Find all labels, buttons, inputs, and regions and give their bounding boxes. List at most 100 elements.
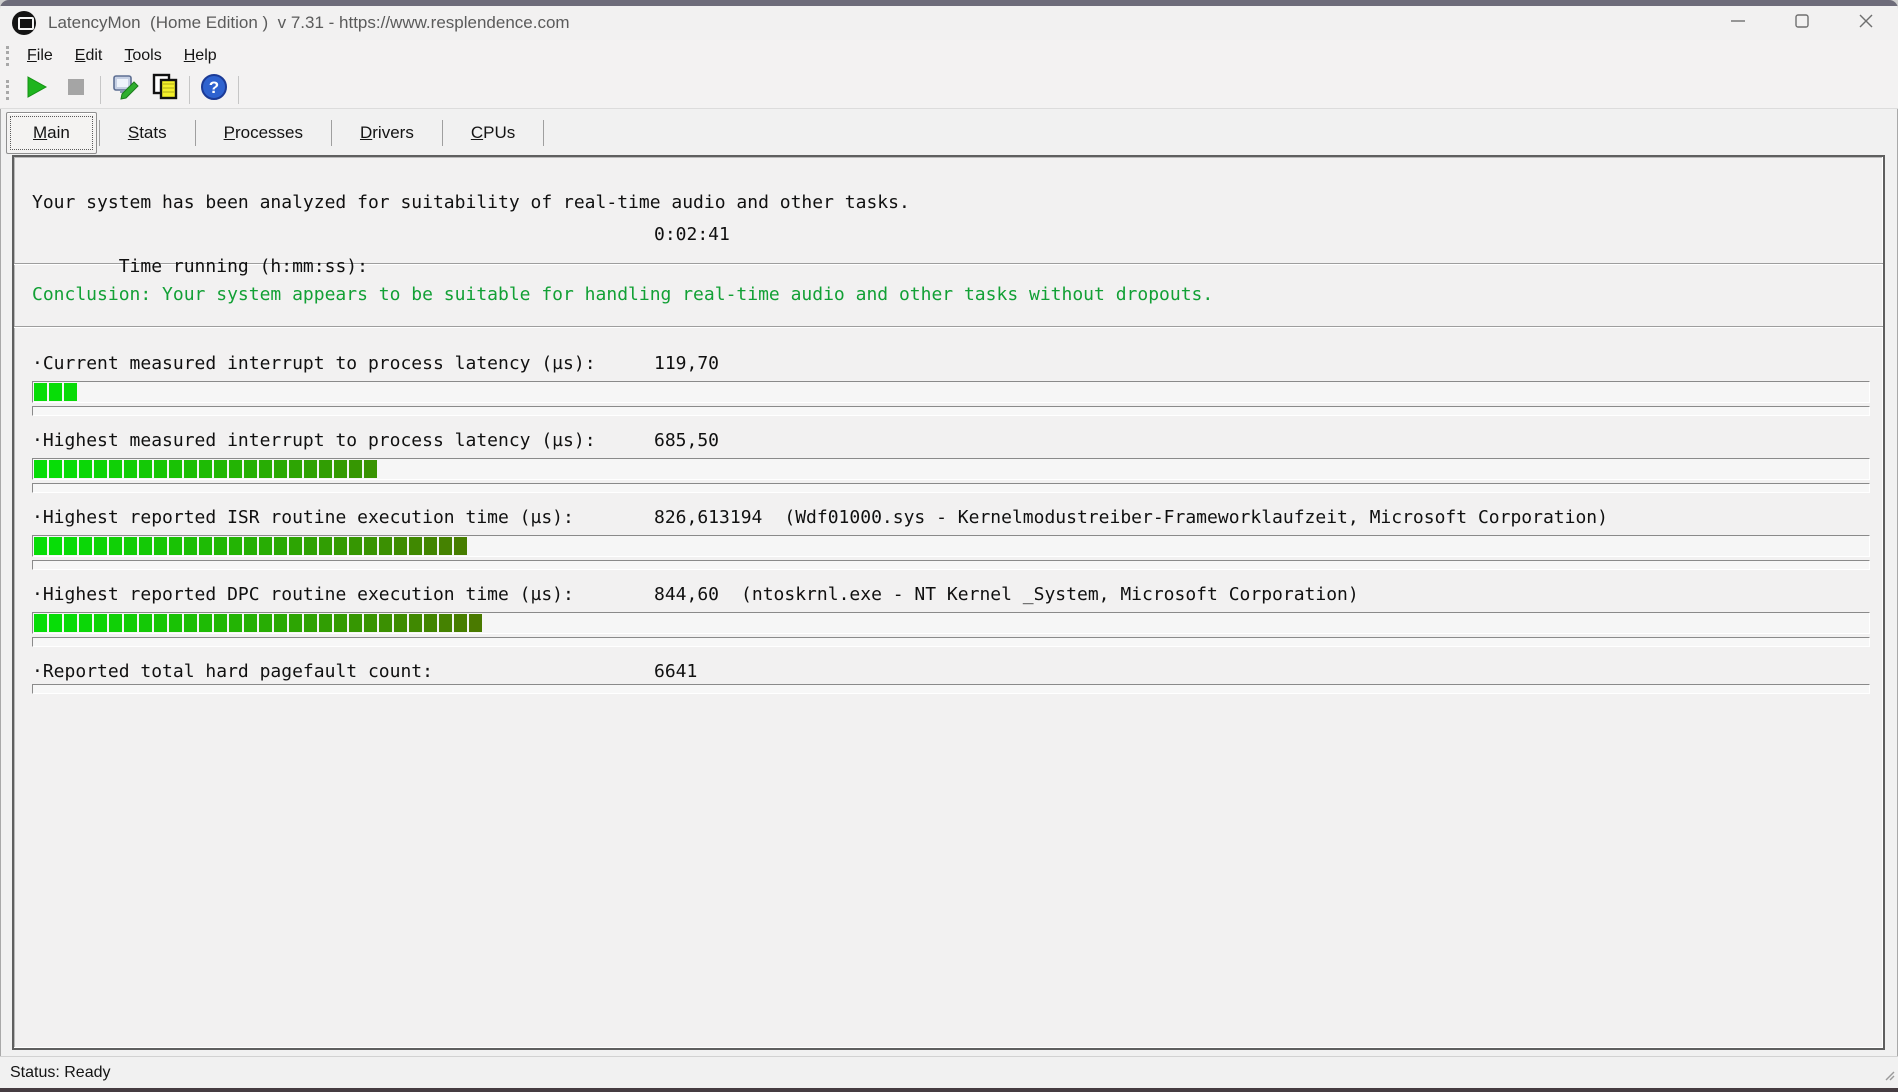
bar-segment	[289, 537, 302, 555]
analysis-line: Your system has been analyzed for suitab…	[32, 187, 1869, 219]
menu-file[interactable]: File	[16, 44, 64, 68]
bar-segment	[139, 460, 152, 478]
toolbar: ?	[0, 71, 1898, 109]
metric-value: 826,613194	[654, 507, 762, 528]
bar-segment	[214, 537, 227, 555]
tab-processes[interactable]: Processes	[198, 112, 329, 154]
bar-segment	[79, 460, 92, 478]
bar-segment	[304, 537, 317, 555]
bar-segment	[379, 537, 392, 555]
bar-segment	[34, 383, 47, 401]
menu-tools[interactable]: Tools	[113, 44, 172, 68]
minimize-button[interactable]	[1706, 6, 1770, 40]
bar-segment	[454, 537, 467, 555]
tab-cpus[interactable]: CPUs	[445, 112, 541, 154]
bar-segment	[64, 460, 77, 478]
bar-segment	[94, 460, 107, 478]
bar-segment	[109, 460, 122, 478]
bar-segment	[334, 460, 347, 478]
report-icon	[150, 72, 180, 107]
bar-segment	[364, 537, 377, 555]
toolbar-separator	[100, 76, 101, 104]
bar-segment	[64, 537, 77, 555]
bar-segment	[184, 537, 197, 555]
bar-segment	[334, 614, 347, 632]
metric-detail: (ntoskrnl.exe - NT Kernel _System, Micro…	[741, 584, 1359, 605]
tab-main[interactable]: Main	[6, 112, 97, 154]
bar-segment	[214, 614, 227, 632]
metric-value: 6641	[654, 661, 697, 682]
metric-value-group: 826,613194 (Wdf01000.sys - Kernelmodustre…	[654, 505, 1608, 530]
conclusion-text: Conclusion: Your system appears to be su…	[32, 279, 1869, 311]
menu-help[interactable]: Help	[173, 44, 228, 68]
time-running-line: Time running (h:mm:ss): 0:02:41	[32, 219, 1869, 251]
help-button[interactable]: ?	[194, 74, 234, 106]
bar-segment	[49, 460, 62, 478]
menu-edit[interactable]: Edit	[64, 44, 114, 68]
resize-grip-icon[interactable]	[1883, 1068, 1895, 1086]
window-title: LatencyMon (Home Edition ) v 7.31 - http…	[48, 13, 570, 33]
status-text: Status: Ready	[10, 1064, 111, 1082]
bar-segment	[274, 614, 287, 632]
bar-segment	[349, 460, 362, 478]
metric-secondary-bar	[32, 684, 1870, 694]
minimize-icon	[1730, 13, 1746, 34]
tab-separator	[331, 120, 332, 146]
close-icon	[1858, 13, 1874, 34]
metric-secondary-bar	[32, 406, 1870, 416]
bar-segment	[109, 537, 122, 555]
bar-segment	[199, 460, 212, 478]
options-button[interactable]	[105, 74, 145, 106]
menu-items: FileEditToolsHelp	[16, 44, 228, 68]
bar-segment	[94, 614, 107, 632]
bar-segment	[244, 460, 257, 478]
toolbar-separator	[238, 76, 239, 104]
toolbar-gripper-icon	[6, 80, 10, 100]
bar-segment	[169, 614, 182, 632]
metrics-list: ·Current measured interrupt to process l…	[14, 328, 1883, 694]
metric-label: Highest measured interrupt to process la…	[43, 430, 596, 451]
bar-segment	[244, 537, 257, 555]
bar-segment	[424, 537, 437, 555]
bar-segment	[289, 614, 302, 632]
metric-secondary-bar	[32, 483, 1870, 493]
time-running-label: Time running (h:mm:ss):	[119, 256, 368, 277]
tab-separator	[99, 120, 100, 146]
metric-detail: (Wdf01000.sys - Kernelmodustreiber-Frame…	[784, 507, 1608, 528]
tab-drivers[interactable]: Drivers	[334, 112, 440, 154]
metric-progress-bar	[32, 612, 1870, 634]
svg-text:?: ?	[209, 78, 219, 97]
time-running-value: 0:02:41	[654, 219, 730, 251]
bar-segment	[439, 614, 452, 632]
bar-segment	[94, 537, 107, 555]
metric-value-group: 119,70	[654, 351, 719, 376]
title-bar: LatencyMon (Home Edition ) v 7.31 - http…	[0, 6, 1898, 40]
bar-segment	[49, 614, 62, 632]
status-bar: Status: Ready	[0, 1056, 1898, 1092]
start-monitor-button[interactable]	[16, 74, 56, 106]
bar-segment	[454, 614, 467, 632]
bar-segment	[64, 614, 77, 632]
metric-progress-bar	[32, 381, 1870, 403]
metric-label-row: ·Current measured interrupt to process l…	[32, 351, 1871, 376]
tab-stats[interactable]: Stats	[102, 112, 193, 154]
tab-separator	[442, 120, 443, 146]
close-button[interactable]	[1834, 6, 1898, 40]
bar-segment	[409, 614, 422, 632]
metric-row: ·Reported total hard pagefault count:664…	[14, 647, 1883, 694]
report-button[interactable]	[145, 74, 185, 106]
bar-segment	[79, 537, 92, 555]
bar-segment	[439, 537, 452, 555]
stop-icon	[65, 76, 87, 103]
bar-segment	[184, 614, 197, 632]
bar-segment	[319, 460, 332, 478]
bar-segment	[394, 614, 407, 632]
help-icon: ?	[199, 72, 229, 107]
maximize-button[interactable]	[1770, 6, 1834, 40]
metric-label: Reported total hard pagefault count:	[43, 661, 433, 682]
bar-segment	[379, 614, 392, 632]
stop-monitor-button[interactable]	[56, 74, 96, 106]
bar-segment	[259, 460, 272, 478]
bar-segment	[289, 460, 302, 478]
main-panel: Your system has been analyzed for suitab…	[12, 155, 1885, 1050]
